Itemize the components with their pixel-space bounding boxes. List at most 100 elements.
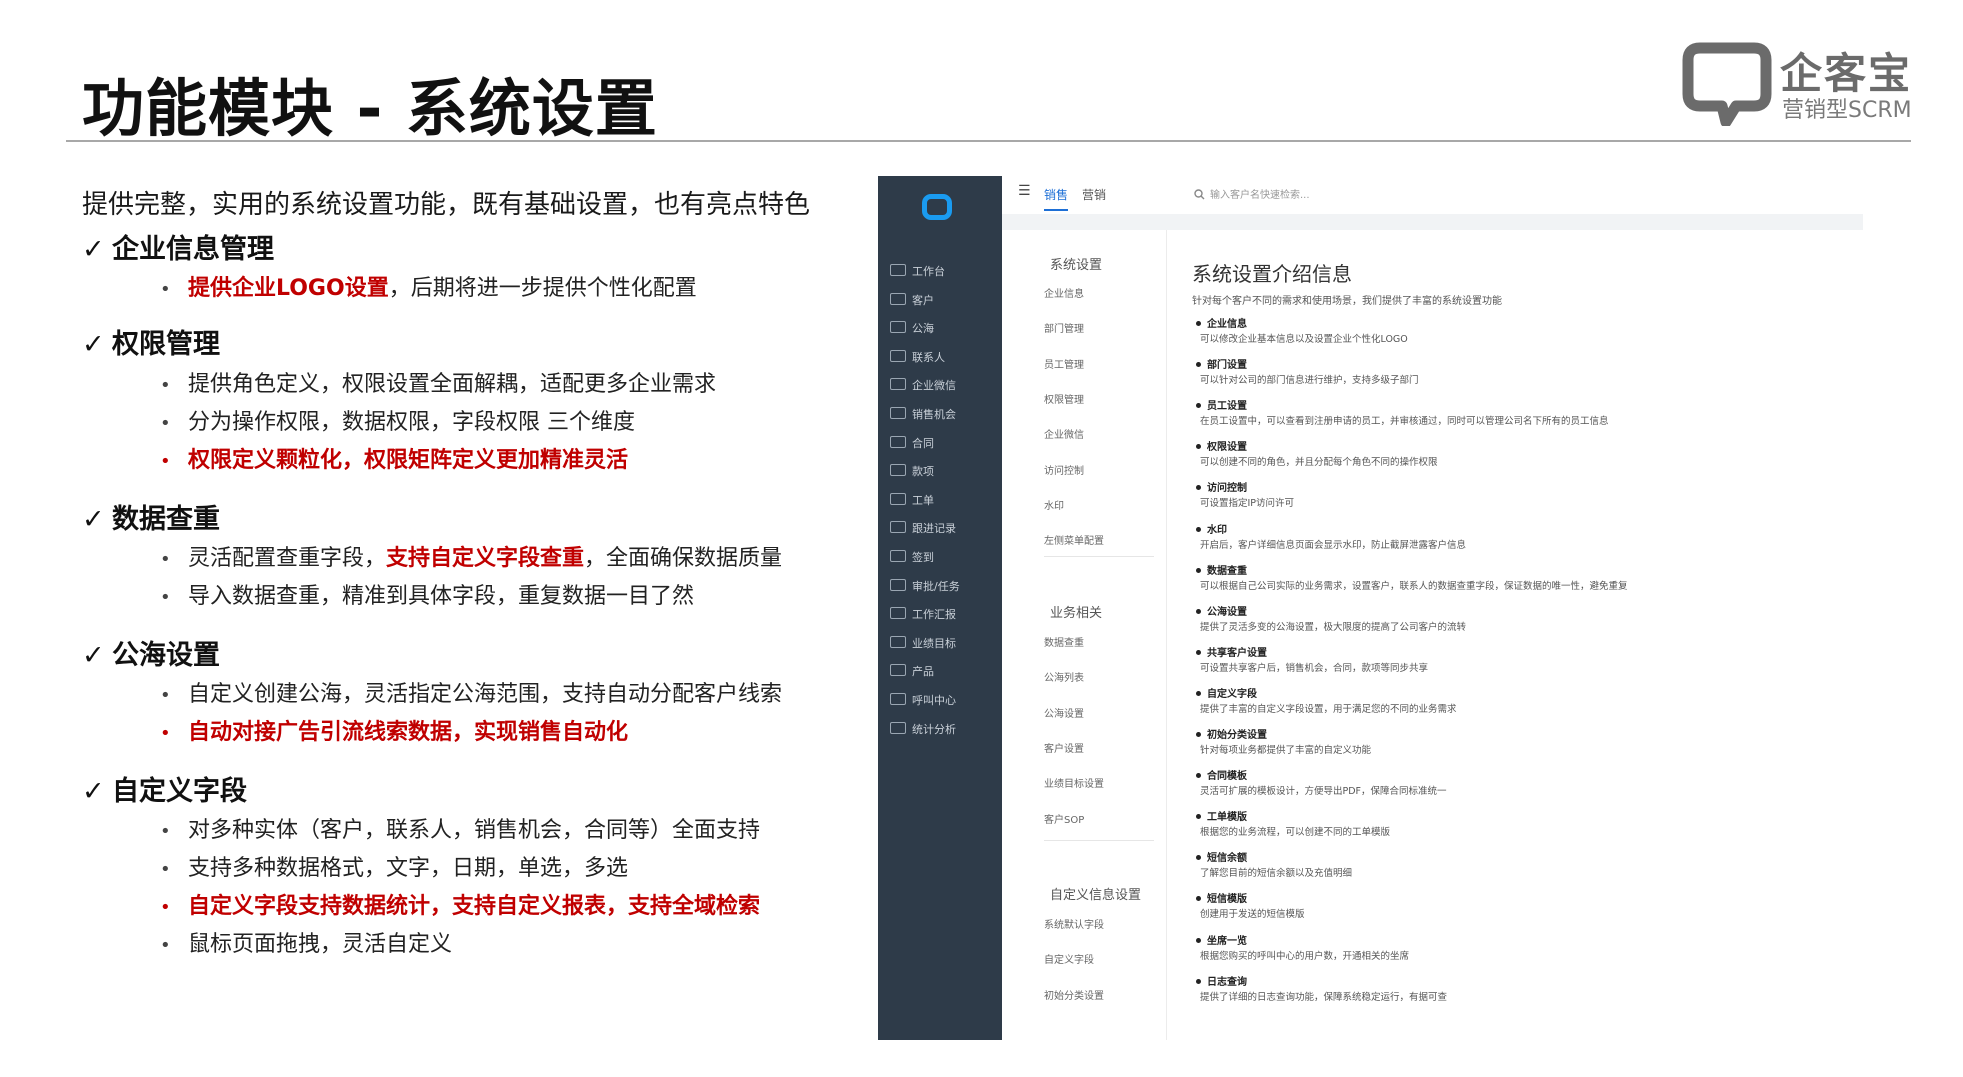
brand-logo: 企客宝 营销型SCRM — [1682, 38, 1912, 128]
detail-item-title-text: 共享客户设置 — [1207, 647, 1267, 659]
bullet-text: 对多种实体（客户，联系人，销售机会，合同等）全面支持 — [188, 818, 761, 843]
nav-item-label: 呼叫中心 — [912, 694, 956, 707]
settings-group-divider — [1044, 556, 1154, 557]
tab-sales[interactable]: 销售 — [1044, 186, 1068, 203]
settings-menu-item[interactable]: 系统默认字段 — [1044, 916, 1104, 931]
bullet-item: • 自定义创建公海，灵活指定公海范围，支持自动分配客户线索 — [160, 676, 782, 708]
section-heading: ✓ 自定义字段 — [82, 769, 247, 808]
bullet-dot-icon — [1196, 608, 1201, 614]
nav-item-label: 客户 — [912, 293, 934, 307]
settings-menu-item[interactable]: 企业信息 — [1044, 285, 1084, 300]
bullet-text: 导入数据查重，精准到具体字段，重复数据一目了然 — [188, 584, 695, 609]
settings-menu-item[interactable]: 客户SOP — [1044, 811, 1084, 826]
nav-item-label: 跟进记录 — [912, 522, 956, 536]
settings-menu-item[interactable]: 业绩目标设置 — [1044, 775, 1104, 790]
detail-item-description: 创建用于发送的短信模版 — [1200, 909, 1305, 921]
nav-item-icon — [890, 292, 906, 305]
tab-marketing[interactable]: 营销 — [1082, 186, 1106, 203]
sidebar-nav-item[interactable]: 呼叫中心 — [890, 692, 956, 708]
sidebar-nav-item[interactable]: 审批/任务 — [890, 578, 960, 594]
settings-menu-item[interactable]: 员工管理 — [1044, 356, 1084, 371]
nav-item-icon — [890, 264, 906, 276]
sidebar-nav-item[interactable]: 公海 — [890, 320, 934, 336]
bullet-dot-icon — [1196, 690, 1201, 696]
detail-item-title-text: 公海设置 — [1207, 606, 1247, 618]
bullet-text: 灵活配置查重字段， — [188, 546, 387, 571]
detail-item-title: 权限设置 — [1196, 438, 1247, 453]
detail-item-description: 了解您目前的短信余额以及充值明细 — [1200, 868, 1353, 880]
detail-item-description: 可以根据自己公司实际的业务需求，设置客户，联系人的数据查重字段，保证数据的唯一性… — [1200, 580, 1628, 592]
bullet-item: • 自动对接广告引流线索数据，实现销售自动化 — [160, 714, 628, 746]
sidebar-nav-item[interactable]: 工作台 — [890, 263, 945, 279]
detail-item-title: 工单模版 — [1196, 808, 1247, 823]
sidebar-nav-item[interactable]: 联系人 — [890, 349, 945, 365]
bullet-text: ，后期将进一步提供个性化配置 — [388, 276, 697, 301]
nav-item-icon — [890, 349, 906, 362]
customer-search-input[interactable]: 输入客户名快速检索... — [1194, 186, 1310, 201]
section-heading: ✓ 权限管理 — [82, 322, 220, 361]
bullet-item: • 提供企业LOGO设置，后期将进一步提供个性化配置 — [160, 270, 697, 302]
sidebar-nav-item[interactable]: 签到 — [890, 549, 934, 565]
sidebar-nav-item[interactable]: 工作汇报 — [890, 606, 956, 622]
bullet-dot-icon: • — [160, 935, 171, 956]
detail-item-description: 可以创建不同的角色，并且分配每个角色不同的操作权限 — [1200, 457, 1438, 469]
menu-toggle-icon[interactable]: ☰ — [1018, 183, 1031, 199]
nav-item-label: 公海 — [912, 322, 934, 336]
nav-item-icon — [890, 464, 906, 477]
content-band — [1002, 214, 1863, 230]
sidebar-nav-item[interactable]: 统计分析 — [890, 721, 956, 737]
bullet-dot-icon: • — [160, 685, 171, 706]
settings-menu-item[interactable]: 公海列表 — [1044, 669, 1084, 684]
detail-item-title-text: 访问控制 — [1207, 483, 1247, 495]
detail-item-title-text: 短信余额 — [1207, 853, 1247, 865]
settings-menu-item[interactable]: 数据查重 — [1044, 634, 1084, 649]
bullet-dot-icon — [1196, 978, 1201, 984]
settings-menu-item[interactable]: 初始分类设置 — [1044, 987, 1104, 1002]
logo-tagline: 营销型SCRM — [1782, 98, 1912, 123]
settings-menu-item[interactable]: 访问控制 — [1044, 462, 1084, 477]
nav-item-label: 联系人 — [912, 350, 945, 364]
settings-menu-item[interactable]: 左侧菜单配置 — [1044, 532, 1104, 547]
detail-item-title: 合同模板 — [1196, 767, 1247, 782]
sidebar-nav-item[interactable]: 业绩目标 — [890, 635, 956, 651]
nav-item-icon — [890, 321, 906, 334]
detail-item-title-text: 数据查重 — [1207, 565, 1247, 577]
nav-item-label: 工单 — [912, 493, 934, 507]
detail-item-title-text: 权限设置 — [1207, 442, 1247, 454]
nav-item-label: 业绩目标 — [912, 636, 956, 650]
bullet-dot-icon — [1196, 444, 1201, 450]
bullet-item: • 支持多种数据格式，文字，日期，单选，多选 — [160, 850, 628, 882]
detail-item-title-text: 企业信息 — [1207, 319, 1247, 330]
bullet-item: • 提供角色定义，权限设置全面解耦，适配更多企业需求 — [160, 366, 716, 398]
nav-item-label: 销售机会 — [912, 408, 956, 421]
title-divider — [66, 140, 1911, 142]
sidebar-nav-item[interactable]: 产品 — [890, 663, 934, 679]
detail-item-description: 可设置指定IP访问许可 — [1200, 498, 1295, 510]
sidebar-nav-item[interactable]: 工单 — [890, 492, 934, 508]
settings-menu-item[interactable]: 部门管理 — [1044, 320, 1084, 335]
sidebar-nav-item[interactable]: 客户 — [890, 292, 934, 308]
detail-item-title-text: 短信模版 — [1207, 894, 1247, 906]
section-heading: ✓ 数据查重 — [82, 497, 220, 536]
sidebar-nav-item[interactable]: 跟进记录 — [890, 520, 956, 536]
settings-menu-item[interactable]: 公海设置 — [1044, 705, 1084, 720]
settings-menu-item[interactable]: 自定义字段 — [1044, 951, 1094, 966]
bullet-text: 自定义创建公海，灵活指定公海范围，支持自动分配客户线索 — [188, 682, 783, 707]
settings-menu-item[interactable]: 客户设置 — [1044, 740, 1084, 755]
nav-item-icon — [890, 664, 906, 677]
settings-menu-item[interactable]: 权限管理 — [1044, 391, 1084, 406]
checkmark-icon: ✓ — [82, 329, 105, 360]
section-heading: ✓ 公海设置 — [82, 633, 220, 672]
search-placeholder: 输入客户名快速检索... — [1210, 190, 1310, 201]
bullet-dot-icon — [1196, 814, 1201, 820]
sidebar-nav-item[interactable]: 款项 — [890, 463, 934, 479]
settings-menu-item[interactable]: 企业微信 — [1044, 426, 1084, 441]
bullet-item: • 分为操作权限，数据权限，字段权限 三个维度 — [160, 404, 635, 436]
sidebar-nav-item[interactable]: 销售机会 — [890, 406, 956, 422]
highlight-text: 自定义字段支持数据统计，支持自定义报表，支持全域检索 — [188, 894, 761, 919]
bullet-dot-icon: • — [160, 587, 171, 608]
detail-item-title: 自定义字段 — [1196, 685, 1257, 700]
sidebar-nav-item[interactable]: 企业微信 — [890, 377, 956, 393]
sidebar-nav-item[interactable]: 合同 — [890, 435, 934, 451]
settings-menu-item[interactable]: 水印 — [1044, 497, 1064, 512]
